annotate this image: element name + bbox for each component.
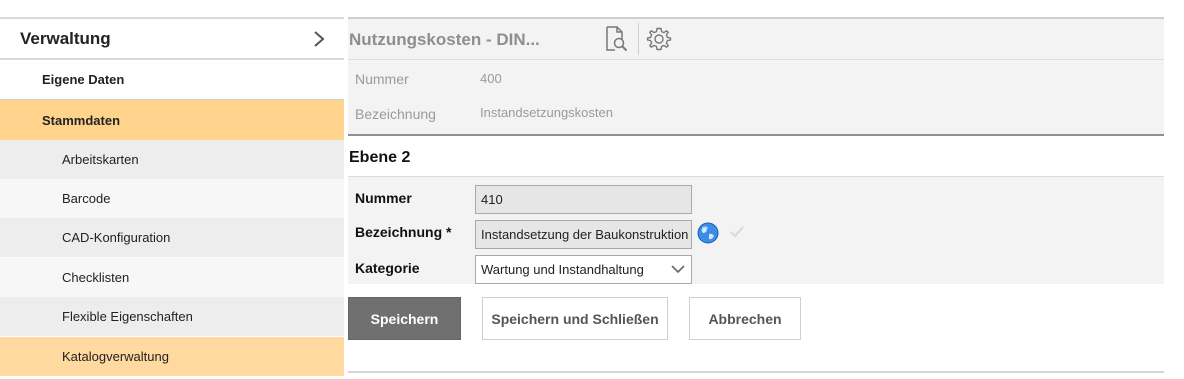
section-title: Ebene 2 bbox=[349, 149, 411, 166]
sidebar: Verwaltung Eigene Daten Stammdaten Arbei… bbox=[0, 0, 344, 379]
document-search-icon bbox=[606, 26, 628, 52]
edit-form: Nummer 410 Bezeichnung * Instandsetzung … bbox=[348, 176, 1164, 284]
parent-name-label: Bezeichnung bbox=[355, 106, 436, 122]
sidebar-item-label: Katalogverwaltung bbox=[62, 349, 169, 364]
chevron-right-icon[interactable] bbox=[312, 30, 326, 47]
readonly-parent-info: Nummer 400 Bezeichnung Instandsetzungsko… bbox=[348, 59, 1164, 136]
sidebar-item-label: Flexible Eigenschaften bbox=[62, 309, 193, 324]
sidebar-item-stammdaten[interactable]: Stammdaten bbox=[0, 99, 344, 140]
parent-name-value: Instandsetzungskosten bbox=[480, 105, 613, 120]
parent-number-label: Nummer bbox=[355, 71, 409, 87]
name-label: Bezeichnung * bbox=[355, 224, 452, 240]
sidebar-item-checklisten[interactable]: Checklisten bbox=[0, 258, 344, 297]
sidebar-item-label: Barcode bbox=[62, 191, 111, 206]
divider bbox=[638, 23, 639, 55]
chevron-down-icon bbox=[671, 265, 685, 274]
category-select-value: Wartung und Instandhaltung bbox=[481, 262, 644, 277]
name-field-value: Instandsetzung der Baukonstruktion bbox=[481, 227, 689, 242]
sidebar-item-eigene-daten[interactable]: Eigene Daten bbox=[0, 60, 344, 99]
globe-icon[interactable] bbox=[697, 222, 719, 244]
divider bbox=[348, 371, 1164, 373]
number-field[interactable]: 410 bbox=[475, 185, 692, 214]
sidebar-item-label: Eigene Daten bbox=[42, 72, 125, 87]
sidebar-item-barcode[interactable]: Barcode bbox=[0, 179, 344, 218]
sidebar-header[interactable]: Verwaltung bbox=[0, 17, 344, 60]
page-title: Nutzungskosten - DIN... bbox=[349, 30, 540, 49]
sidebar-item-label: Stammdaten bbox=[42, 112, 121, 128]
sidebar-title: Verwaltung bbox=[20, 28, 111, 48]
parent-number-value: 400 bbox=[480, 71, 502, 86]
sidebar-item-katalogverwaltung[interactable]: Katalogverwaltung bbox=[0, 337, 344, 376]
category-label: Kategorie bbox=[355, 260, 420, 276]
number-label: Nummer bbox=[355, 190, 412, 206]
sidebar-item-flexible-eigenschaften[interactable]: Flexible Eigenschaften bbox=[0, 297, 344, 336]
save-button[interactable]: Speichern bbox=[348, 297, 461, 340]
sidebar-item-cad-konfiguration[interactable]: CAD-Konfiguration bbox=[0, 218, 344, 257]
panel-header: Nutzungskosten - DIN... bbox=[348, 19, 1164, 59]
sidebar-item-label: CAD-Konfiguration bbox=[62, 230, 171, 245]
category-select[interactable]: Wartung und Instandhaltung bbox=[475, 255, 692, 284]
checkmark-icon[interactable] bbox=[729, 225, 745, 239]
document-search-button[interactable] bbox=[602, 25, 630, 53]
number-field-value: 410 bbox=[481, 192, 503, 207]
sidebar-item-label: Arbeitskarten bbox=[62, 152, 139, 167]
main-panel: Nutzungskosten - DIN... Nummer 400 Bezei… bbox=[348, 0, 1164, 379]
cancel-button[interactable]: Abbrechen bbox=[689, 297, 801, 340]
settings-button[interactable] bbox=[645, 25, 673, 53]
sidebar-item-arbeitskarten[interactable]: Arbeitskarten bbox=[0, 140, 344, 179]
name-field[interactable]: Instandsetzung der Baukonstruktion bbox=[475, 220, 692, 249]
sidebar-item-label: Checklisten bbox=[62, 270, 130, 285]
save-and-close-button[interactable]: Speichern und Schließen bbox=[482, 297, 668, 340]
gear-icon bbox=[646, 27, 672, 51]
